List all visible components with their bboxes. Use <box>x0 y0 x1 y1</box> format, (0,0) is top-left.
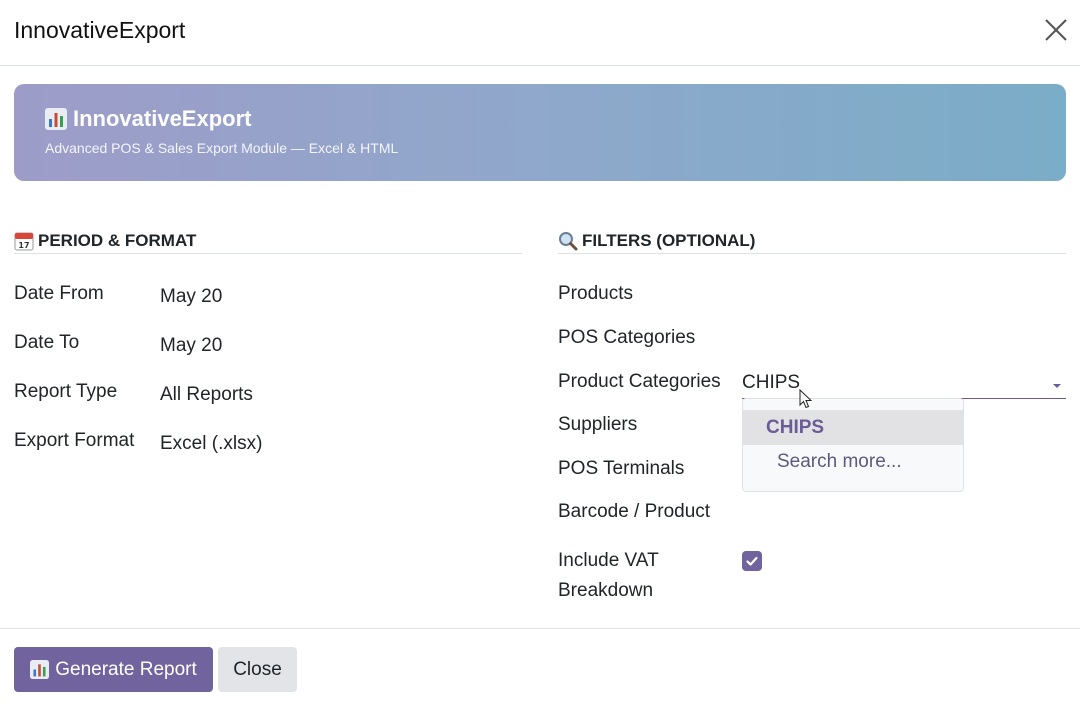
date-to-field[interactable]: May 20 <box>160 335 222 357</box>
products-label: Products <box>558 283 633 304</box>
dropdown-option-chips[interactable]: CHIPS <box>743 410 963 445</box>
dropdown-search-more[interactable]: Search more... <box>777 451 902 473</box>
date-from-label: Date From <box>14 283 104 304</box>
banner-title-row: InnovativeExport <box>45 106 251 132</box>
product-categories-value: CHIPS <box>742 372 801 393</box>
caret-down-icon[interactable] <box>1053 384 1061 388</box>
banner-title: InnovativeExport <box>73 106 252 131</box>
export-format-label: Export Format <box>14 430 135 451</box>
mouse-cursor-icon <box>799 389 813 409</box>
export-format-select[interactable]: Excel (.xlsx) <box>160 433 262 455</box>
include-vat-checkbox[interactable] <box>742 551 762 571</box>
suppliers-label: Suppliers <box>558 414 638 435</box>
filters-title: FILTERS (OPTIONAL) <box>582 230 756 250</box>
period-format-heading: 17 PERIOD & FORMAT <box>14 228 522 254</box>
report-type-label: Report Type <box>14 381 118 402</box>
include-vat-label-line1: Include VAT <box>558 550 659 571</box>
banner-subtitle: Advanced POS & Sales Export Module — Exc… <box>45 140 399 156</box>
svg-text:17: 17 <box>18 241 29 250</box>
close-button[interactable]: Close <box>218 647 297 692</box>
bar-chart-icon <box>45 108 67 130</box>
modal-header: InnovativeExport <box>0 0 1080 66</box>
autocomplete-dropdown: CHIPS Search more... <box>742 398 964 492</box>
checkmark-icon <box>746 556 758 566</box>
generate-report-label: Generate Report <box>55 658 197 680</box>
barcode-product-label: Barcode / Product <box>558 501 711 522</box>
include-vat-label-line2: Breakdown <box>558 580 654 601</box>
pos-terminals-label: POS Terminals <box>558 458 685 479</box>
magnifier-icon <box>559 231 578 250</box>
calendar-icon: 17 <box>14 232 34 250</box>
modal-title: InnovativeExport <box>14 17 186 43</box>
product-categories-label: Product Categories <box>558 371 721 392</box>
generate-report-button[interactable]: Generate Report <box>14 647 213 692</box>
product-categories-input[interactable]: CHIPS <box>742 368 1066 399</box>
date-to-label: Date To <box>14 332 80 353</box>
modal-footer: Generate Report Close <box>0 628 1080 708</box>
module-banner: InnovativeExport Advanced POS & Sales Ex… <box>14 84 1066 181</box>
period-format-title: PERIOD & FORMAT <box>38 230 197 250</box>
bar-chart-icon <box>30 660 50 679</box>
close-icon[interactable] <box>1044 18 1068 42</box>
report-type-select[interactable]: All Reports <box>160 384 253 406</box>
pos-categories-label: POS Categories <box>558 327 696 348</box>
date-from-field[interactable]: May 20 <box>160 286 222 308</box>
filters-heading: FILTERS (OPTIONAL) <box>558 228 1066 254</box>
